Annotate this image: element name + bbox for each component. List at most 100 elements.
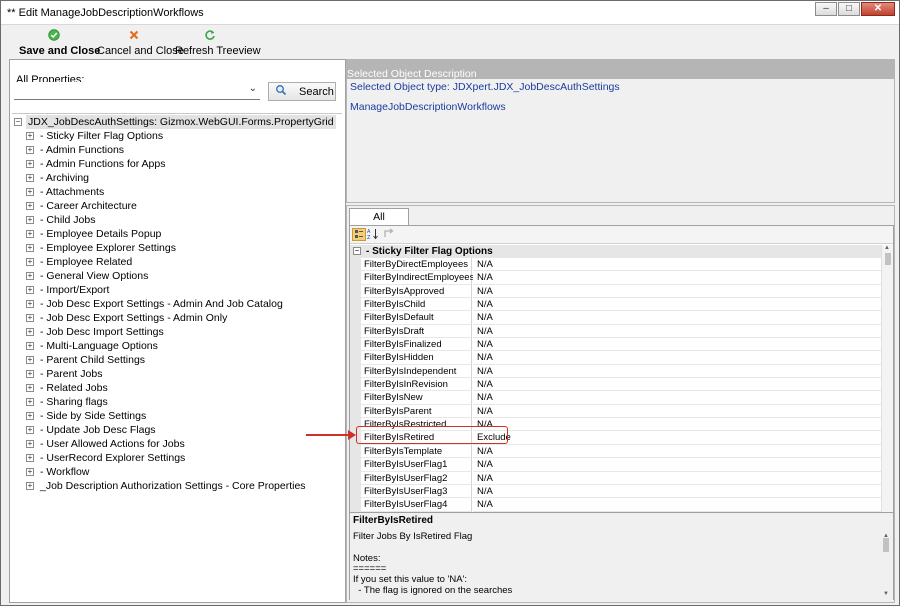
property-row[interactable]: FilterByIsApproved N/A xyxy=(350,284,881,299)
property-value[interactable]: N/A xyxy=(473,418,881,432)
property-value[interactable]: N/A xyxy=(473,311,881,325)
property-value[interactable]: N/A xyxy=(473,324,881,339)
property-row[interactable]: FilterByIsNew N/A xyxy=(350,391,881,405)
tree-root-node[interactable]: − JDX_JobDescAuthSettings: Gizmox.WebGUI… xyxy=(12,115,342,129)
close-button[interactable]: ✕ xyxy=(861,2,895,16)
property-row[interactable]: FilterByIsIndependent N/A xyxy=(350,364,881,379)
property-row[interactable]: FilterByIsUserFlag1 N/A xyxy=(350,458,881,472)
tree-item[interactable]: + - UserRecord Explorer Settings xyxy=(12,451,342,465)
expand-icon[interactable]: + xyxy=(26,216,34,224)
expand-icon[interactable]: + xyxy=(26,174,34,182)
property-row[interactable]: FilterByIsTemplate N/A xyxy=(350,444,881,459)
expand-icon[interactable]: + xyxy=(26,286,34,294)
tree-item[interactable]: + - Career Architecture xyxy=(12,199,342,213)
property-value[interactable]: N/A xyxy=(473,258,881,272)
tree-item[interactable]: + - Sticky Filter Flag Options xyxy=(12,129,342,143)
expand-icon[interactable]: + xyxy=(26,230,34,238)
scroll-up-icon[interactable]: ▲ xyxy=(884,245,890,251)
tree-item[interactable]: + - Child Jobs xyxy=(12,213,342,227)
save-and-close-button[interactable]: Save and Close xyxy=(19,27,100,57)
tree-item[interactable]: + - Job Desc Export Settings - Admin Onl… xyxy=(12,311,342,325)
property-value[interactable]: N/A xyxy=(473,498,881,512)
expand-icon[interactable]: + xyxy=(26,160,34,168)
property-value[interactable]: N/A xyxy=(473,378,881,392)
chevron-down-icon[interactable]: ⌄ xyxy=(249,83,257,94)
expand-icon[interactable]: + xyxy=(26,356,34,364)
tree-item[interactable]: + - Parent Jobs xyxy=(12,367,342,381)
expand-icon[interactable]: + xyxy=(26,272,34,280)
property-row[interactable]: FilterByDirectEmployees N/A xyxy=(350,258,881,272)
property-row[interactable]: FilterByIsUserFlag4 N/A xyxy=(350,498,881,512)
property-pages-icon[interactable] xyxy=(381,228,395,241)
property-row[interactable]: FilterByIsFinalized N/A xyxy=(350,338,881,352)
tree-item[interactable]: + - Job Desc Export Settings - Admin And… xyxy=(12,297,342,311)
expand-icon[interactable]: + xyxy=(26,482,34,490)
property-value[interactable]: N/A xyxy=(473,364,881,379)
scroll-thumb[interactable] xyxy=(883,538,889,552)
property-value[interactable]: N/A xyxy=(473,391,881,405)
search-button[interactable]: Search xyxy=(268,82,336,101)
expand-icon[interactable]: + xyxy=(26,202,34,210)
tree-item[interactable]: + - User Allowed Actions for Jobs xyxy=(12,437,342,451)
property-value[interactable]: N/A xyxy=(473,338,881,352)
scroll-thumb[interactable] xyxy=(885,253,891,265)
property-value[interactable]: N/A xyxy=(473,351,881,365)
tree-item[interactable]: + - Archiving xyxy=(12,171,342,185)
property-row[interactable]: FilterByIsUserFlag3 N/A xyxy=(350,484,881,499)
tree-item[interactable]: + - Employee Related xyxy=(12,255,342,269)
help-scrollbar[interactable]: ▲ ▼ xyxy=(881,533,891,597)
tree-item[interactable]: + - Job Desc Import Settings xyxy=(12,325,342,339)
maximize-button[interactable]: □ xyxy=(838,2,860,16)
expand-icon[interactable]: + xyxy=(26,398,34,406)
expand-icon[interactable]: + xyxy=(26,328,34,336)
property-value[interactable]: N/A xyxy=(473,271,881,285)
expand-icon[interactable]: + xyxy=(26,258,34,266)
expand-icon[interactable]: + xyxy=(26,244,34,252)
property-value[interactable]: N/A xyxy=(473,484,881,499)
expand-icon[interactable]: + xyxy=(26,342,34,350)
property-search-combo[interactable]: ⌄ xyxy=(14,82,260,100)
tree-item[interactable]: + - Parent Child Settings xyxy=(12,353,342,367)
alphabetical-sort-icon[interactable]: AZ xyxy=(366,228,380,241)
expand-icon[interactable]: + xyxy=(26,146,34,154)
expand-icon[interactable]: + xyxy=(26,440,34,448)
property-row[interactable]: FilterByIsChild N/A xyxy=(350,298,881,312)
property-value[interactable]: Exclude xyxy=(473,431,881,445)
property-value[interactable]: N/A xyxy=(473,298,881,312)
property-row[interactable]: FilterByIsDefault N/A xyxy=(350,311,881,325)
tree-item[interactable]: + - Admin Functions xyxy=(12,143,342,157)
property-row[interactable]: FilterByIsParent N/A xyxy=(350,404,881,419)
property-row[interactable]: FilterByIsUserFlag2 N/A xyxy=(350,471,881,485)
expand-icon[interactable]: + xyxy=(26,314,34,322)
property-value[interactable]: N/A xyxy=(473,404,881,419)
property-row[interactable]: FilterByIsDraft N/A xyxy=(350,324,881,339)
property-value[interactable]: N/A xyxy=(473,444,881,459)
tree-item[interactable]: + - General View Options xyxy=(12,269,342,283)
collapse-icon[interactable]: − xyxy=(14,118,22,126)
cancel-and-close-button[interactable]: Cancel and Close xyxy=(97,27,184,57)
tree-item[interactable]: + - Sharing flags xyxy=(12,395,342,409)
tree-item[interactable]: + - Attachments xyxy=(12,185,342,199)
tree-item[interactable]: + - Related Jobs xyxy=(12,381,342,395)
tree-item[interactable]: + _Job Description Authorization Settings… xyxy=(12,479,342,493)
expand-icon[interactable]: + xyxy=(26,132,34,140)
tree-item[interactable]: + - Admin Functions for Apps xyxy=(12,157,342,171)
category-row[interactable]: − - Sticky Filter Flag Options xyxy=(350,245,881,258)
expand-icon[interactable]: + xyxy=(26,384,34,392)
tree-item[interactable]: + - Employee Explorer Settings xyxy=(12,241,342,255)
expand-icon[interactable]: + xyxy=(26,468,34,476)
refresh-treeview-button[interactable]: Refresh Treeview xyxy=(175,27,261,57)
property-value[interactable]: N/A xyxy=(473,284,881,299)
expand-icon[interactable]: + xyxy=(26,412,34,420)
tree-item[interactable]: + - Import/Export xyxy=(12,283,342,297)
property-grid-scrollbar[interactable]: ▲ ▼ xyxy=(881,245,893,518)
scroll-down-icon[interactable]: ▼ xyxy=(883,591,889,597)
property-row[interactable]: FilterByIsHidden N/A xyxy=(350,351,881,365)
tab-all-properties[interactable]: All Properties xyxy=(349,208,409,240)
property-row[interactable]: FilterByIsInRevision N/A xyxy=(350,378,881,392)
expand-icon[interactable]: + xyxy=(26,454,34,462)
property-value[interactable]: N/A xyxy=(473,471,881,485)
categorized-view-icon[interactable] xyxy=(352,228,366,241)
expand-icon[interactable]: + xyxy=(26,188,34,196)
property-row[interactable]: FilterByIndirectEmployees N/A xyxy=(350,271,881,285)
